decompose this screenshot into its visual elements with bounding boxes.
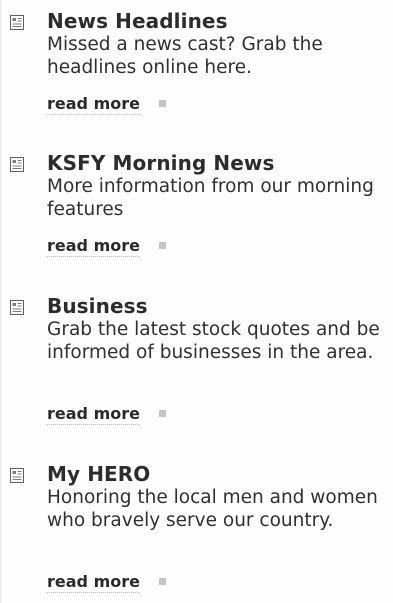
- read-more-label[interactable]: read more: [47, 404, 140, 425]
- read-more-label[interactable]: read more: [47, 572, 140, 593]
- item-title-link[interactable]: Business: [47, 294, 148, 318]
- document-icon: [10, 300, 24, 315]
- square-bullet-icon: [159, 242, 166, 249]
- square-bullet-icon: [159, 100, 166, 107]
- read-more-label[interactable]: read more: [47, 236, 140, 257]
- news-item-business: Business Grab the latest stock quotes an…: [0, 294, 393, 426]
- news-item-news-headlines: News Headlines Missed a news cast? Grab …: [0, 9, 393, 119]
- item-description: More information from our morning featur…: [47, 176, 374, 220]
- item-description: Grab the latest stock quotes and be info…: [47, 319, 380, 363]
- document-icon: [10, 468, 24, 483]
- item-description: Missed a news cast? Grab the headlines o…: [47, 34, 323, 78]
- read-more-link[interactable]: read more: [47, 94, 166, 115]
- item-title[interactable]: News Headlines: [47, 9, 228, 33]
- square-bullet-icon: [159, 410, 166, 417]
- news-links-panel: News Headlines Missed a news cast? Grab …: [0, 0, 393, 603]
- news-item-ksfy-morning-news: KSFY Morning News More information from …: [0, 151, 393, 261]
- read-more-label[interactable]: read more: [47, 94, 140, 115]
- read-more-link[interactable]: read more: [47, 572, 166, 593]
- news-item-my-hero: My HERO Honoring the local men and women…: [0, 462, 393, 594]
- item-title[interactable]: KSFY Morning News: [47, 151, 275, 175]
- item-title-link[interactable]: News Headlines: [47, 9, 228, 33]
- item-title[interactable]: Business: [47, 294, 148, 318]
- item-title-link[interactable]: KSFY Morning News: [47, 151, 275, 175]
- item-title[interactable]: My HERO: [47, 462, 150, 486]
- document-icon: [10, 15, 24, 30]
- square-bullet-icon: [159, 578, 166, 585]
- read-more-link[interactable]: read more: [47, 404, 166, 425]
- item-title-link[interactable]: My HERO: [47, 462, 150, 486]
- item-description: Honoring the local men and women who bra…: [47, 487, 378, 531]
- document-icon: [10, 157, 24, 172]
- read-more-link[interactable]: read more: [47, 236, 166, 257]
